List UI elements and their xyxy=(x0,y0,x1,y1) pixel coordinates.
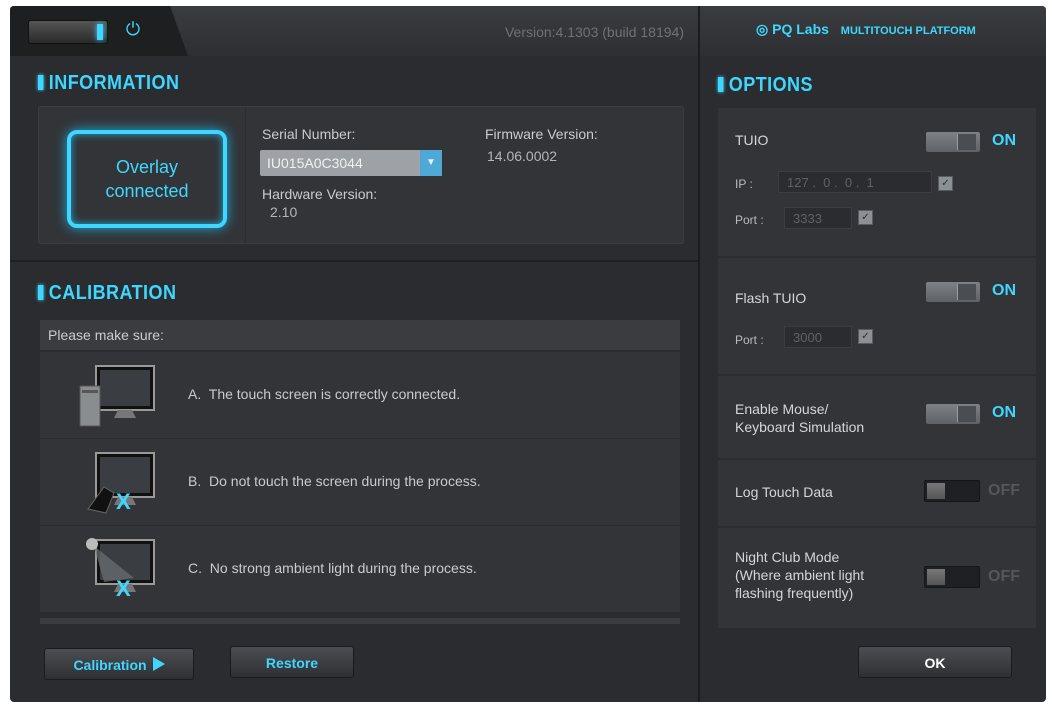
top-bar: ⏻ Version:4.1303 (build 18194) ◎ PQ Labs… xyxy=(10,6,1046,56)
q-logo-icon: ◎ xyxy=(756,21,769,37)
mouse-simulation-label: Enable Mouse/Keyboard Simulation xyxy=(735,401,865,435)
options-separator xyxy=(718,526,1036,528)
options-separator xyxy=(718,458,1036,460)
ok-button[interactable]: OK xyxy=(858,646,1012,678)
toggle-knob xyxy=(97,24,103,40)
flash-tuio-label: Flash TUIO xyxy=(735,290,807,306)
tuio-switch[interactable] xyxy=(926,132,980,152)
restore-button[interactable]: Restore xyxy=(230,646,354,678)
night-club-mode-label: Night Club Mode (Where ambient light flash… xyxy=(735,549,865,601)
item-text: The touch screen is correctly connected. xyxy=(208,386,461,402)
tuio-label: TUIO xyxy=(735,132,769,148)
item-letter: A. xyxy=(188,386,202,402)
item-text: Do not touch the screen during the proce… xyxy=(209,473,481,489)
tuio-port-label: Port : xyxy=(735,213,764,227)
overlay-status-badge: Overlay connected xyxy=(67,130,227,228)
hardware-version-label: Hardware Version: xyxy=(262,186,378,202)
version-label: Version:4.1303 (build 18194) xyxy=(504,24,684,40)
svg-text:X: X xyxy=(116,576,131,601)
tuio-port-input[interactable]: 3333 xyxy=(784,207,852,229)
scroll-track[interactable] xyxy=(40,618,680,624)
calibration-item: X C. No strong ambient light during the … xyxy=(40,526,680,613)
flash-tuio-state: ON xyxy=(992,282,1016,299)
mouse-simulation-state: ON xyxy=(992,404,1016,421)
night-club-mode-state: OFF xyxy=(988,568,1020,585)
item-text: No strong ambient light during the proce… xyxy=(209,560,477,576)
flash-port-input[interactable]: 3000 xyxy=(784,326,852,348)
log-touch-data-state: OFF xyxy=(988,482,1020,499)
item-letter: B. xyxy=(188,473,202,489)
play-arrow-icon xyxy=(152,657,165,671)
ip-input[interactable]: 127 . 0 . 0 . 1 xyxy=(778,171,932,193)
dropdown-arrow-icon[interactable]: ▼ xyxy=(420,150,442,176)
tuio-port-checkbox[interactable]: ✓ xyxy=(858,210,873,225)
mouse-simulation-switch[interactable] xyxy=(926,404,980,424)
section-divider xyxy=(10,260,698,262)
information-title: INFORMATION xyxy=(38,72,179,95)
monitor-computer-icon xyxy=(74,360,160,432)
brand-logo: ◎ PQ Labs MULTITOUCH PLATFORM xyxy=(756,21,976,38)
brand-platform: MULTITOUCH PLATFORM xyxy=(840,25,976,37)
no-touch-icon: X xyxy=(74,447,160,519)
calibration-heading: Please make sure: xyxy=(40,320,680,350)
item-letter: C. xyxy=(188,560,202,576)
hardware-version-value: 2.10 xyxy=(270,204,298,220)
ip-checkbox[interactable]: ✓ xyxy=(938,176,953,191)
serial-number-label: Serial Number: xyxy=(262,126,356,142)
svg-text:X: X xyxy=(116,489,131,514)
calibration-item: A. The touch screen is correctly connect… xyxy=(40,352,680,439)
flash-tuio-switch[interactable] xyxy=(926,282,980,302)
flash-port-checkbox[interactable]: ✓ xyxy=(858,329,873,344)
log-touch-data-switch[interactable] xyxy=(924,480,980,502)
firmware-version-value: 14.06.0002 xyxy=(487,148,558,164)
power-icon[interactable]: ⏻ xyxy=(121,18,145,42)
options-separator xyxy=(718,256,1036,258)
calibration-title: CALIBRATION xyxy=(38,282,176,305)
app-window: ⏻ Version:4.1303 (build 18194) ◎ PQ Labs… xyxy=(10,6,1046,702)
calibration-button[interactable]: Calibration xyxy=(44,648,194,680)
calibration-item: X B. Do not touch the screen during the … xyxy=(40,439,680,526)
serial-number-select[interactable]: IU015A0C3044 ▼ xyxy=(260,150,442,176)
log-touch-data-label: Log Touch Data xyxy=(735,484,833,500)
master-toggle[interactable] xyxy=(28,20,108,44)
brand-name: PQ Labs xyxy=(772,21,829,37)
serial-number-value: IU015A0C3044 xyxy=(267,155,363,171)
no-ambient-light-icon: X xyxy=(74,534,160,606)
tuio-state: ON xyxy=(992,132,1016,149)
column-divider xyxy=(698,6,700,702)
options-title: OPTIONS xyxy=(718,74,813,97)
options-separator xyxy=(718,374,1036,376)
firmware-version-label: Firmware Version: xyxy=(485,126,598,142)
flash-port-label: Port : xyxy=(735,333,764,347)
night-club-mode-switch[interactable] xyxy=(924,566,980,588)
ip-label: IP : xyxy=(735,177,753,191)
